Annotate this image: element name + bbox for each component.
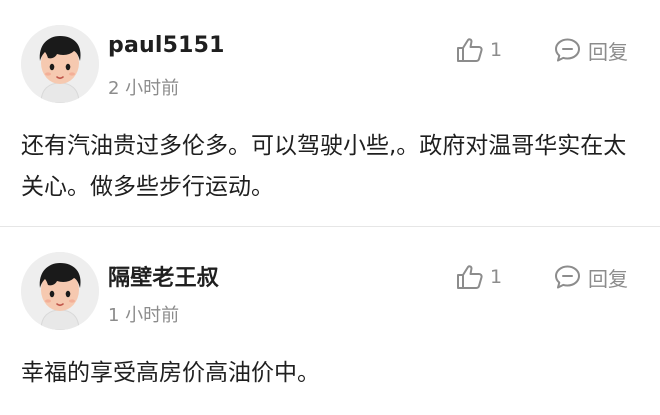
username[interactable]: paul5151 [108,33,225,58]
comment-item: 隔壁老王叔 1 小时前 1 回复 幸福的享受高房价高油价中。 [0,227,660,415]
timestamp: 2 小时前 [108,78,180,99]
cartoon-boy-avatar-icon [21,25,99,103]
user-avatar[interactable] [21,25,99,103]
username[interactable]: 隔壁老王叔 [108,260,219,292]
like-count: 1 [490,266,503,288]
like-button[interactable]: 1 [456,36,502,64]
like-button[interactable]: 1 [456,263,502,291]
comment-item: paul5151 2 小时前 1 回复 还有汽油贵过多伦多。可以驾驶小些,。政府… [0,0,660,226]
user-avatar[interactable] [21,252,99,330]
reply-button[interactable]: 回复 [554,263,628,291]
timestamp: 1 小时前 [108,305,180,326]
thumbs-up-icon [456,37,484,63]
speech-bubble-icon [554,37,581,63]
reply-label: 回复 [588,266,628,291]
reply-button[interactable]: 回复 [554,36,628,64]
cartoon-boy-avatar-icon [21,252,99,330]
like-count: 1 [490,39,503,61]
thumbs-up-icon [456,264,484,290]
comment-text: 还有汽油贵过多伦多。可以驾驶小些,。政府对温哥华实在太关心。做多些步行运动。 [21,133,627,200]
comment-list: paul5151 2 小时前 1 回复 还有汽油贵过多伦多。可以驾驶小些,。政府… [0,0,660,415]
comment-text: 幸福的享受高房价高油价中。 [21,360,320,386]
speech-bubble-icon [554,264,581,290]
reply-label: 回复 [588,39,628,64]
